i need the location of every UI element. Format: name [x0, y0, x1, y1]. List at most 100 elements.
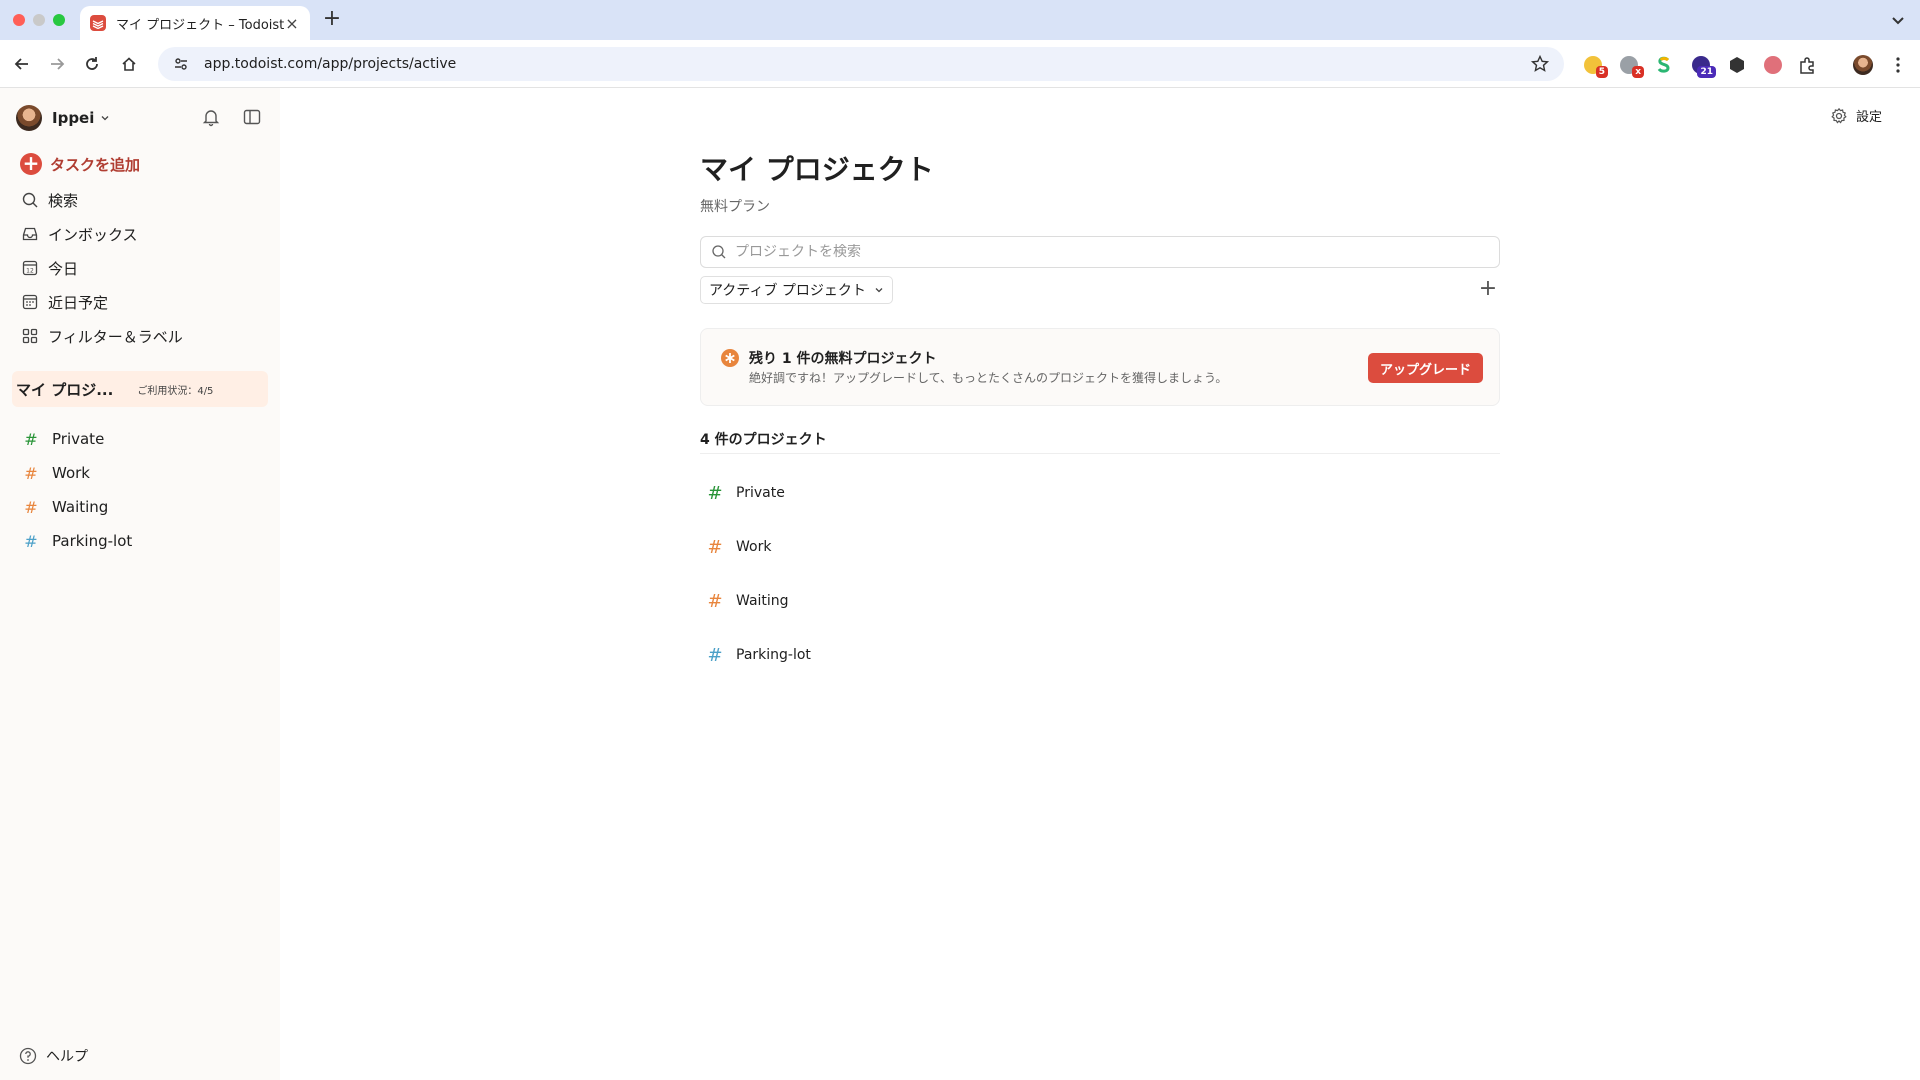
sidebar-project-parking-lot[interactable]: # Parking-lot	[12, 525, 268, 557]
extension-1-badge: 5	[1595, 66, 1608, 78]
sidebar-item-today[interactable]: 12 今日	[12, 252, 268, 284]
sidebar-project-label: Waiting	[52, 498, 109, 516]
help-button[interactable]: ヘルプ	[18, 1046, 88, 1066]
window-close-button[interactable]	[13, 14, 25, 26]
sidebar-my-projects[interactable]: マイ プロジ... ご利用状況：4/5	[12, 371, 268, 407]
sidebar-item-label: 近日予定	[48, 293, 109, 312]
project-row-work[interactable]: # Work	[700, 527, 1500, 567]
browser-tab-bar: マイ プロジェクト – Todoist × +	[0, 0, 1920, 40]
project-row-parking-lot[interactable]: # Parking-lot	[700, 635, 1500, 675]
divider	[700, 453, 1500, 454]
extension-1-icon[interactable]: 5	[1582, 54, 1608, 78]
search-icon	[20, 190, 40, 210]
address-bar[interactable]: app.todoist.com/app/projects/active	[158, 47, 1564, 81]
browser-menu-icon[interactable]	[1887, 54, 1909, 76]
avatar	[16, 105, 42, 131]
extension-2-badge: x	[1632, 66, 1644, 78]
hash-icon: #	[24, 463, 38, 483]
usage-badge: ご利用状況：4/5	[133, 379, 218, 399]
window-maximize-button[interactable]	[53, 14, 65, 26]
help-icon	[19, 1047, 37, 1065]
hash-icon: #	[24, 429, 38, 449]
sidebar-item-label: 検索	[48, 191, 79, 210]
upgrade-button[interactable]: アップグレード	[1367, 353, 1483, 383]
reload-icon[interactable]	[80, 52, 104, 76]
site-info-icon[interactable]	[172, 55, 190, 73]
add-circle-icon: +	[20, 153, 42, 175]
bookmark-star-icon[interactable]	[1530, 54, 1550, 74]
window-minimize-button[interactable]	[33, 14, 45, 26]
extension-2-icon[interactable]: x	[1618, 54, 1644, 78]
plan-label: 無料プラン	[700, 199, 770, 215]
chevron-down-icon	[101, 116, 109, 121]
sidebar-item-label: インボックス	[48, 225, 138, 244]
svg-text:12: 12	[26, 268, 34, 275]
upgrade-description: 絶好調ですね！アップグレードして、もっとたくさんのプロジェクトを獲得しましょう。	[749, 371, 1228, 385]
add-task-label: タスクを追加	[50, 155, 141, 174]
extension-4-icon[interactable]: 21	[1690, 54, 1716, 78]
project-search-input[interactable]	[735, 244, 1499, 260]
extension-3-icon[interactable]	[1653, 54, 1675, 76]
project-row-label: Waiting	[736, 593, 789, 609]
sidebar-project-private[interactable]: # Private	[12, 423, 268, 455]
help-label: ヘルプ	[46, 1049, 88, 1065]
page-title: マイ プロジェクト	[700, 153, 934, 186]
filter-label: アクティブ プロジェクト	[709, 283, 866, 299]
upgrade-banner: 残り 1 件の無料プロジェクト 絶好調ですね！アップグレードして、もっとたくさん…	[700, 328, 1500, 406]
extension-6-icon[interactable]	[1762, 54, 1784, 76]
browser-toolbar: app.todoist.com/app/projects/active 5 x …	[0, 40, 1920, 88]
url-text: app.todoist.com/app/projects/active	[204, 56, 457, 72]
gear-icon	[1831, 107, 1847, 123]
search-icon	[712, 245, 726, 259]
calendar-upcoming-icon	[20, 292, 40, 312]
sidebar-item-inbox[interactable]: インボックス	[12, 218, 268, 250]
project-row-label: Work	[736, 539, 772, 555]
filters-labels-icon	[20, 326, 40, 346]
profile-avatar-icon[interactable]	[1852, 54, 1874, 76]
add-task-button[interactable]: + タスクを追加	[12, 148, 268, 180]
sidebar-item-filters-labels[interactable]: フィルター＆ラベル	[12, 320, 268, 352]
sidebar-item-label: 今日	[48, 259, 79, 278]
hash-icon: #	[707, 644, 723, 666]
project-count-title: 4 件のプロジェクト	[700, 432, 827, 448]
forward-icon[interactable]	[45, 52, 69, 76]
extensions-puzzle-icon[interactable]	[1797, 54, 1819, 76]
sidebar-toggle-icon[interactable]	[241, 106, 263, 128]
hash-icon: #	[24, 497, 38, 517]
add-project-button[interactable]: +	[1476, 278, 1500, 302]
hash-icon: #	[24, 531, 38, 551]
user-name: Ippei	[52, 109, 95, 127]
tab-search-chevron-icon[interactable]	[1888, 10, 1908, 30]
hash-icon: #	[707, 536, 723, 558]
user-menu[interactable]: Ippei	[16, 105, 110, 131]
sidebar-item-search[interactable]: 検索	[12, 184, 268, 216]
sidebar-project-label: Parking-lot	[52, 532, 133, 550]
sidebar-item-upcoming[interactable]: 近日予定	[12, 286, 268, 318]
project-row-waiting[interactable]: # Waiting	[700, 581, 1500, 621]
project-row-label: Private	[736, 485, 785, 501]
upgrade-title: 残り 1 件の無料プロジェクト	[749, 351, 937, 367]
chevron-down-icon	[875, 288, 883, 293]
sidebar-project-waiting[interactable]: # Waiting	[12, 491, 268, 523]
upgrade-star-icon	[721, 349, 739, 367]
project-row-label: Parking-lot	[736, 647, 811, 663]
extension-5-icon[interactable]	[1726, 54, 1748, 76]
sidebar: Ippei + タスクを追加 検索 インボックス 12 今日 近日予定 フィルタ…	[0, 88, 280, 1080]
sidebar-project-label: Private	[52, 430, 105, 448]
calendar-today-icon: 12	[20, 258, 40, 278]
tab-close-icon[interactable]: ×	[284, 14, 300, 33]
sidebar-project-work[interactable]: # Work	[12, 457, 268, 489]
browser-tab[interactable]: マイ プロジェクト – Todoist ×	[80, 6, 310, 40]
new-tab-button[interactable]: +	[320, 8, 344, 32]
tab-title: マイ プロジェクト – Todoist	[116, 17, 284, 33]
notifications-bell-icon[interactable]	[200, 106, 222, 128]
settings-button[interactable]: 設定	[1830, 106, 1882, 125]
project-filter-dropdown[interactable]: アクティブ プロジェクト	[700, 276, 893, 304]
inbox-icon	[20, 224, 40, 244]
project-row-private[interactable]: # Private	[700, 473, 1500, 513]
back-icon[interactable]	[10, 52, 34, 76]
extension-4-badge: 21	[1697, 66, 1716, 78]
project-search[interactable]	[700, 236, 1500, 268]
sidebar-item-label: フィルター＆ラベル	[48, 327, 183, 346]
home-icon[interactable]	[117, 52, 141, 76]
